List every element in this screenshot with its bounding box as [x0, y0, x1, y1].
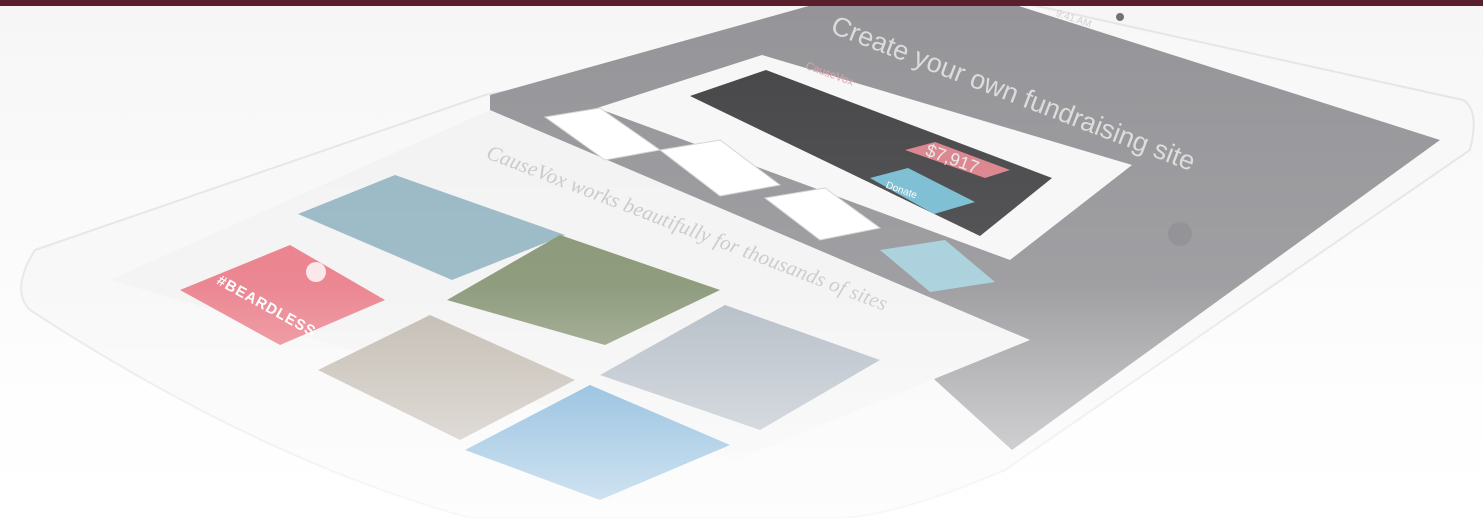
home-button[interactable]	[1168, 222, 1192, 246]
heart-badge-icon	[306, 262, 326, 282]
page-stage: Create your own fundraising site 9:41 AM…	[0, 0, 1483, 518]
ipad-device: Create your own fundraising site 9:41 AM…	[0, 0, 1483, 518]
top-accent-bar	[0, 0, 1483, 6]
front-camera	[1116, 13, 1124, 21]
